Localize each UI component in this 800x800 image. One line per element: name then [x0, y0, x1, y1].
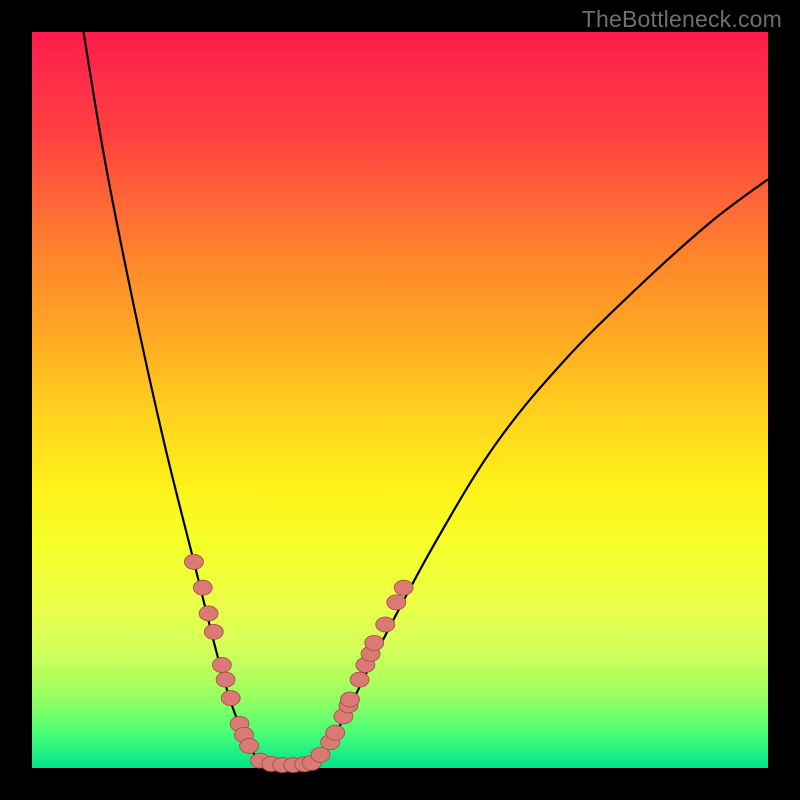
marker-dot [340, 692, 359, 707]
marker-dot [376, 617, 395, 632]
plot-area [32, 32, 768, 768]
marker-dot [350, 672, 369, 687]
marker-dot [199, 606, 218, 621]
marker-dot [221, 691, 240, 706]
curve-group [84, 32, 768, 766]
marker-dot [240, 738, 259, 753]
marker-dot [204, 624, 223, 639]
watermark-text: TheBottleneck.com [582, 6, 782, 33]
marker-dot [216, 672, 235, 687]
marker-dot [193, 580, 212, 595]
marker-dot [365, 635, 384, 650]
marker-dot [184, 554, 203, 569]
marker-dot [387, 595, 406, 610]
chart-svg [32, 32, 768, 768]
marker-dot [212, 657, 231, 672]
bottleneck-curve-path [84, 32, 768, 766]
marker-dot [394, 580, 413, 595]
marker-dot [326, 725, 345, 740]
markers-group [184, 554, 413, 772]
outer-frame: TheBottleneck.com [0, 0, 800, 800]
